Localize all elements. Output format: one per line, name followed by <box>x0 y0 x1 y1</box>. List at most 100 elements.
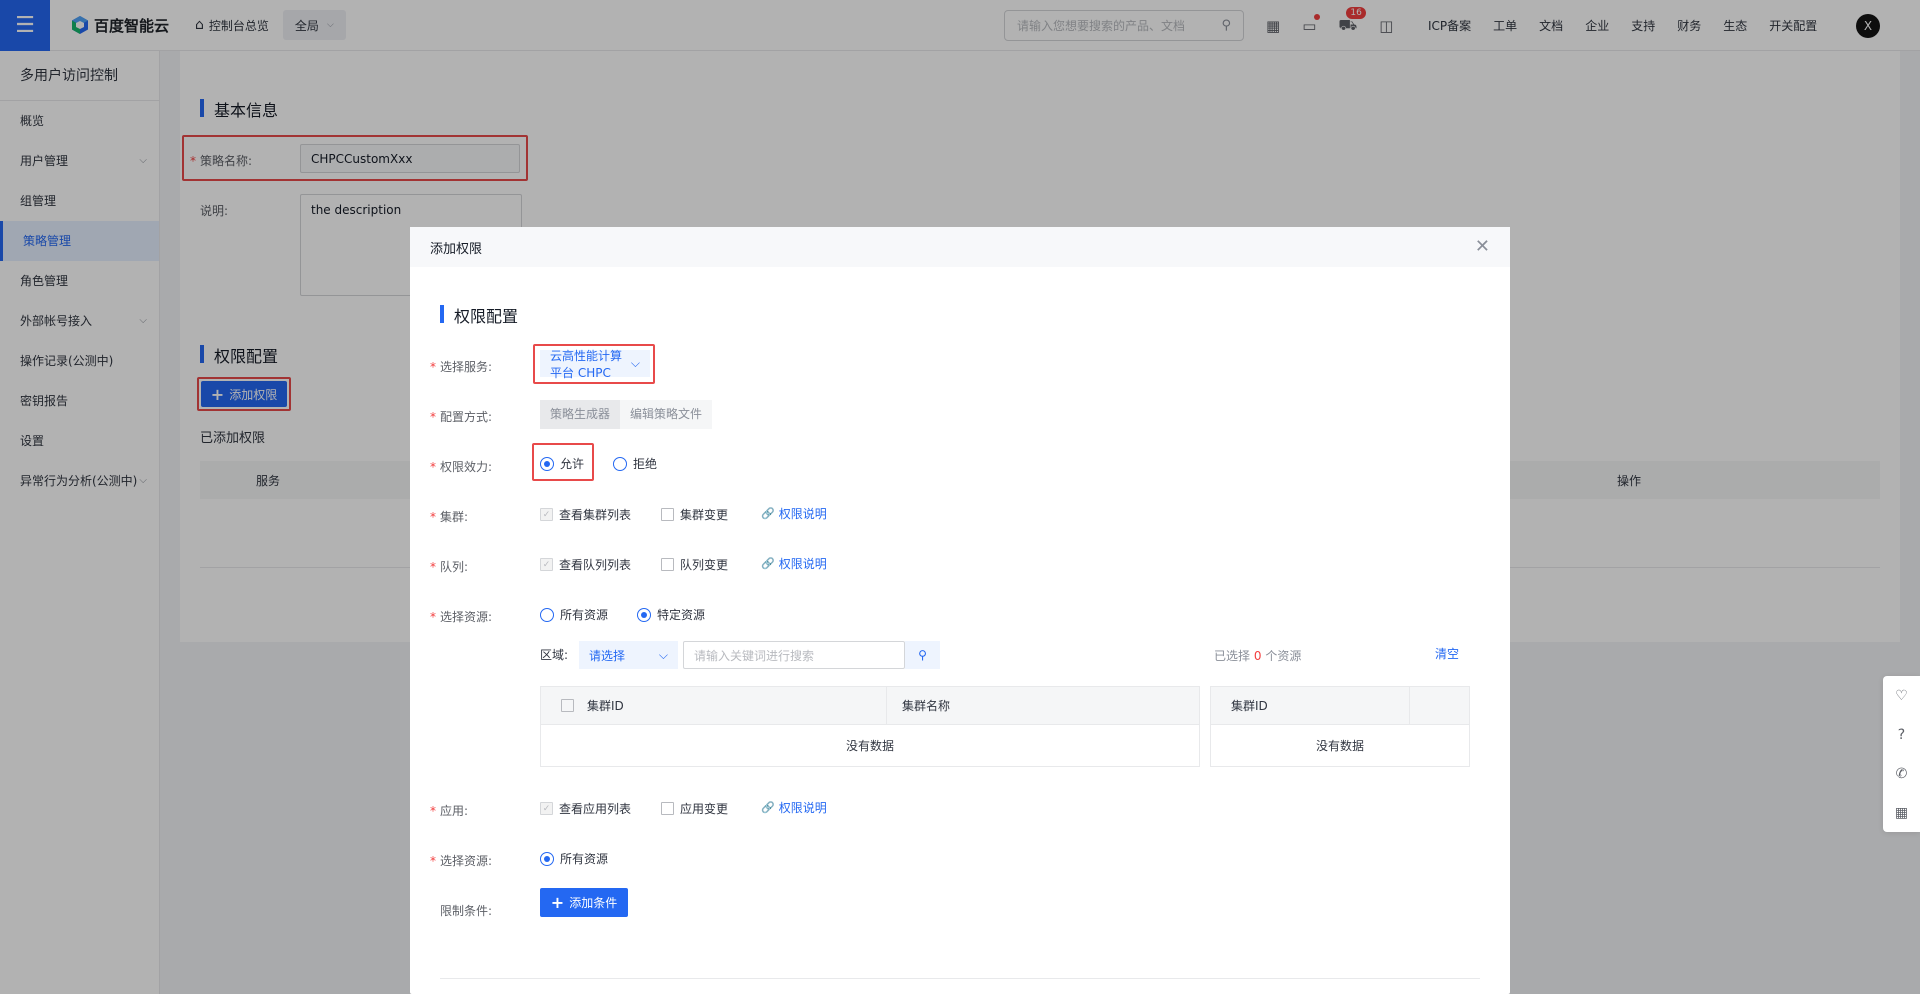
checkbox-icon <box>661 802 674 815</box>
chevron-down-icon: ⌵ <box>658 647 668 662</box>
col-cluster-id: 集群ID <box>1231 699 1268 713</box>
app-resource-all-radio[interactable]: 所有资源 <box>540 850 608 867</box>
effect-allow-radio[interactable]: 允许 <box>540 455 584 472</box>
floating-toolbar: ♡ ? ✆ ▦ <box>1883 676 1920 832</box>
keyword-search-placeholder: 请输入关键词进行搜索 <box>694 648 815 663</box>
help-icon[interactable]: ? <box>1898 727 1905 743</box>
service-label-text: 选择服务: <box>440 360 493 374</box>
effect-deny-radio[interactable]: 拒绝 <box>613 455 657 472</box>
selected-prefix: 已选择 <box>1214 649 1251 663</box>
config-method-switch: 策略生成器 编辑策略文件 <box>540 400 713 429</box>
config-method-label: 配置方式: <box>430 408 492 425</box>
radio-unchecked-icon <box>540 607 554 622</box>
service-label: 选择服务: <box>430 358 492 375</box>
footer-divider <box>440 978 1480 979</box>
queue-label-text: 队列: <box>440 560 469 574</box>
dialog-header: 添加权限 ✕ <box>410 227 1510 267</box>
available-clusters-table: 集群ID 集群名称 没有数据 <box>540 686 1200 767</box>
app-change-label: 应用变更 <box>680 802 729 816</box>
region-filter-select[interactable]: 请选择 ⌵ <box>579 641 678 669</box>
condition-label: 限制条件: <box>440 904 493 918</box>
service-select-value: 云高性能计算平台 CHPC <box>550 348 623 380</box>
config-option-edit-file[interactable]: 编辑策略文件 <box>620 400 713 429</box>
dialog-title: 添加权限 <box>430 241 483 257</box>
effect-deny-label: 拒绝 <box>633 457 658 471</box>
empty-state: 没有数据 <box>1315 739 1364 753</box>
config-method-label-text: 配置方式: <box>440 410 493 424</box>
empty-state: 没有数据 <box>845 739 894 753</box>
plus-icon: + <box>550 893 565 912</box>
resource-all-radio[interactable]: 所有资源 <box>540 606 608 623</box>
config-option-generator[interactable]: 策略生成器 <box>540 400 621 429</box>
service-select[interactable]: 云高性能计算平台 CHPC ⌵ <box>540 349 650 380</box>
app-view-checkbox[interactable]: ✓ 查看应用列表 <box>540 800 631 817</box>
favorite-icon[interactable]: ♡ <box>1895 688 1908 704</box>
cluster-perm-doc-link[interactable]: 🔗 权限说明 <box>761 505 827 522</box>
queue-view-label: 查看队列列表 <box>559 558 632 572</box>
phone-icon[interactable]: ✆ <box>1896 766 1908 782</box>
keyword-search-input[interactable]: 请输入关键词进行搜索 <box>683 641 905 669</box>
queue-perm-doc-label: 权限说明 <box>778 557 827 571</box>
col-cluster-id: 集群ID <box>587 699 624 713</box>
app-resource-label-text: 选择资源: <box>440 854 493 868</box>
column-divider <box>886 687 887 725</box>
cluster-change-label: 集群变更 <box>680 508 729 522</box>
effect-allow-label: 允许 <box>560 457 585 471</box>
checkbox-icon <box>661 508 674 521</box>
col-cluster-name: 集群名称 <box>902 699 951 713</box>
app-label: 应用: <box>430 802 468 819</box>
cluster-label-text: 集群: <box>440 510 469 524</box>
queue-label: 队列: <box>430 558 468 575</box>
selected-suffix: 个资源 <box>1265 649 1302 663</box>
add-permission-dialog: 添加权限 ✕ 权限配置 选择服务: 云高性能计算平台 CHPC ⌵ 配置方式: … <box>410 227 1510 994</box>
keyword-search-button[interactable]: ⚲ <box>905 641 940 669</box>
cluster-change-checkbox[interactable]: 集群变更 <box>661 506 728 523</box>
clear-selection-link[interactable]: 清空 <box>1435 645 1459 662</box>
resource-label-text: 选择资源: <box>440 610 493 624</box>
cluster-view-label: 查看集群列表 <box>559 508 632 522</box>
app-resource-all-label: 所有资源 <box>560 852 609 866</box>
add-condition-button[interactable]: + 添加条件 <box>540 888 628 917</box>
queue-change-checkbox[interactable]: 队列变更 <box>661 556 728 573</box>
close-icon[interactable]: ✕ <box>1475 236 1490 257</box>
column-divider <box>1409 687 1410 725</box>
resource-label: 选择资源: <box>430 608 492 625</box>
radio-unchecked-icon <box>613 456 627 471</box>
queue-perm-doc-link[interactable]: 🔗 权限说明 <box>761 555 827 572</box>
app-perm-doc-link[interactable]: 🔗 权限说明 <box>761 799 827 816</box>
cluster-label: 集群: <box>430 508 468 525</box>
apps-icon[interactable]: ▦ <box>1895 805 1908 821</box>
radio-checked-icon <box>637 607 651 622</box>
resource-all-label: 所有资源 <box>560 608 609 622</box>
selected-clusters-table: 集群ID 没有数据 <box>1210 686 1470 767</box>
dialog-section-title: 权限配置 <box>440 303 518 327</box>
resource-specific-label: 特定资源 <box>657 608 706 622</box>
queue-view-checkbox[interactable]: ✓ 查看队列列表 <box>540 556 631 573</box>
app-view-label: 查看应用列表 <box>559 802 632 816</box>
table-header: 集群ID <box>1211 687 1469 725</box>
app-change-checkbox[interactable]: 应用变更 <box>661 800 728 817</box>
chevron-down-icon: ⌵ <box>630 356 640 370</box>
radio-checked-icon <box>540 456 554 471</box>
select-all-checkbox[interactable] <box>561 699 580 712</box>
region-filter-value: 请选择 <box>589 648 626 663</box>
selected-count: 已选择 0 个资源 <box>1214 647 1301 664</box>
cluster-perm-doc-label: 权限说明 <box>778 507 827 521</box>
link-icon: 🔗 <box>761 557 775 570</box>
queue-change-label: 队列变更 <box>680 558 729 572</box>
effect-label: 权限效力: <box>430 458 492 475</box>
table-header: 集群ID 集群名称 <box>541 687 1199 725</box>
checkbox-icon <box>561 699 574 712</box>
link-icon: 🔗 <box>761 507 775 520</box>
checkbox-icon <box>661 558 674 571</box>
search-icon: ⚲ <box>918 648 927 662</box>
radio-checked-icon <box>540 851 554 866</box>
checkbox-disabled-icon: ✓ <box>540 508 553 521</box>
add-condition-label: 添加条件 <box>569 896 618 910</box>
cluster-view-checkbox[interactable]: ✓ 查看集群列表 <box>540 506 631 523</box>
checkbox-disabled-icon: ✓ <box>540 558 553 571</box>
resource-specific-radio[interactable]: 特定资源 <box>637 606 705 623</box>
app-perm-doc-label: 权限说明 <box>778 801 827 815</box>
app-label-text: 应用: <box>440 804 469 818</box>
app-resource-label: 选择资源: <box>430 852 492 869</box>
